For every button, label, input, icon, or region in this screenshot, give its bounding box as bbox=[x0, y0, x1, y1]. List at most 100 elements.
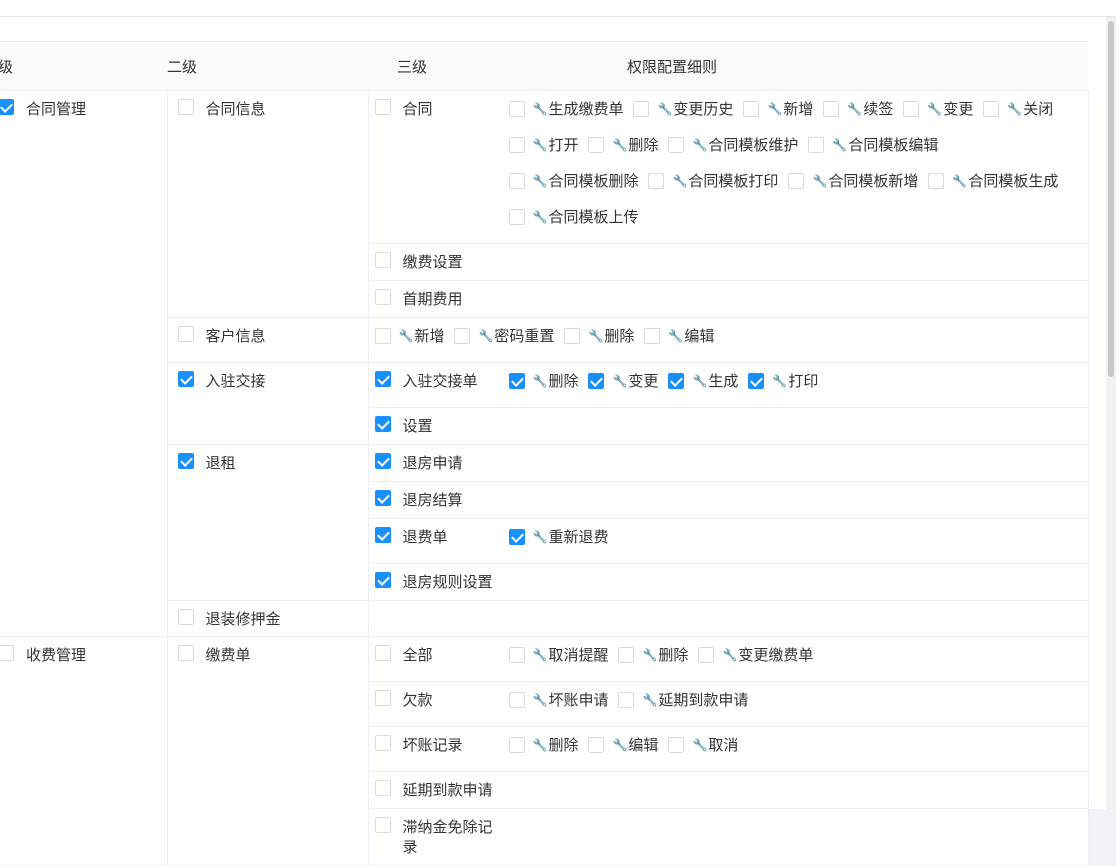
level3-checkbox[interactable] bbox=[374, 416, 391, 432]
detail-checkbox[interactable] bbox=[454, 328, 471, 344]
permission-detail[interactable]: 🔧 合同模板编辑 bbox=[808, 135, 938, 155]
scrollbar-thumb[interactable] bbox=[1108, 21, 1114, 377]
detail-checkbox[interactable] bbox=[508, 101, 525, 117]
level2-checkbox[interactable] bbox=[177, 645, 194, 661]
level2-checkbox[interactable] bbox=[177, 371, 194, 387]
permission-detail[interactable]: 🔧 合同模板删除 bbox=[508, 171, 638, 191]
level3-checkbox[interactable] bbox=[374, 780, 391, 796]
detail-checkbox[interactable] bbox=[983, 101, 1000, 117]
permission-detail[interactable]: 🔧 打印 bbox=[748, 371, 818, 391]
permission-detail[interactable]: 🔧 删除 bbox=[588, 135, 658, 155]
detail-checkbox[interactable] bbox=[508, 373, 525, 389]
permission-detail[interactable]: 🔧 编辑 bbox=[588, 735, 658, 755]
detail-checkbox[interactable] bbox=[508, 173, 525, 189]
detail-checkbox[interactable] bbox=[374, 328, 391, 344]
level2-checkbox[interactable] bbox=[177, 609, 194, 625]
detail-checkbox[interactable] bbox=[808, 137, 825, 153]
permission-detail[interactable]: 🔧 生成 bbox=[668, 371, 738, 391]
level2-checkbox[interactable] bbox=[177, 453, 194, 469]
permission-detail[interactable]: 🔧 编辑 bbox=[644, 326, 714, 346]
level3-name: 缴费设置 bbox=[374, 252, 509, 280]
detail-checkbox[interactable] bbox=[618, 692, 635, 708]
detail-checkbox[interactable] bbox=[508, 692, 525, 708]
detail-checkbox[interactable] bbox=[788, 173, 805, 189]
permission-detail[interactable]: 🔧 延期到款申请 bbox=[618, 690, 748, 710]
level1-checkbox[interactable] bbox=[0, 645, 14, 661]
checkbox-item[interactable]: 合同信息 bbox=[177, 99, 368, 119]
permission-detail[interactable]: 🔧 变更历史 bbox=[633, 99, 733, 119]
checkbox-item[interactable]: 客户信息 bbox=[177, 326, 368, 346]
permission-detail[interactable]: 🔧 合同模板生成 bbox=[928, 171, 1058, 191]
detail-checkbox[interactable] bbox=[588, 373, 605, 389]
level3-checkbox[interactable] bbox=[374, 371, 391, 387]
level3-checkbox[interactable] bbox=[374, 252, 391, 268]
detail-checkbox[interactable] bbox=[588, 737, 605, 753]
permission-detail[interactable]: 🔧 合同模板维护 bbox=[668, 135, 798, 155]
detail-checkbox[interactable] bbox=[633, 101, 650, 117]
detail-checkbox[interactable] bbox=[748, 373, 765, 389]
permission-detail[interactable]: 🔧 变更缴费单 bbox=[698, 645, 813, 665]
level2-checkbox[interactable] bbox=[177, 99, 194, 115]
wrench-icon: 🔧 bbox=[672, 174, 688, 188]
level3-checkbox[interactable] bbox=[374, 572, 391, 588]
checkbox-item[interactable]: 合同管理 bbox=[0, 99, 167, 119]
permission-detail[interactable]: 🔧 变更 bbox=[903, 99, 973, 119]
detail-checkbox[interactable] bbox=[903, 101, 920, 117]
detail-checkbox[interactable] bbox=[564, 328, 581, 344]
permission-detail[interactable]: 🔧 变更 bbox=[588, 371, 658, 391]
level2-checkbox[interactable] bbox=[177, 326, 194, 342]
permission-detail[interactable]: 🔧 打开 bbox=[508, 135, 578, 155]
permission-detail[interactable]: 🔧 生成缴费单 bbox=[508, 99, 623, 119]
detail-checkbox[interactable] bbox=[668, 137, 685, 153]
detail-checkbox[interactable] bbox=[928, 173, 945, 189]
level3-checkbox[interactable] bbox=[374, 453, 391, 469]
detail-label: 变更历史 bbox=[673, 100, 734, 118]
detail-checkbox[interactable] bbox=[823, 101, 840, 117]
detail-checkbox[interactable] bbox=[508, 137, 525, 153]
detail-checkbox[interactable] bbox=[668, 373, 685, 389]
permission-detail[interactable]: 🔧 取消 bbox=[668, 735, 738, 755]
checkbox-item[interactable]: 入驻交接 bbox=[177, 371, 368, 391]
permission-detail[interactable]: 🔧 坏账申请 bbox=[508, 690, 608, 710]
permission-detail[interactable]: 🔧 删除 bbox=[564, 326, 634, 346]
permission-detail[interactable]: 🔧 合同模板新增 bbox=[788, 171, 918, 191]
permission-detail[interactable]: 🔧 新增 bbox=[743, 99, 813, 119]
detail-checkbox[interactable] bbox=[508, 209, 525, 225]
detail-checkbox[interactable] bbox=[508, 737, 525, 753]
permission-detail[interactable]: 🔧 合同模板上传 bbox=[508, 207, 638, 227]
level3-checkbox[interactable] bbox=[374, 289, 391, 305]
detail-checkbox[interactable] bbox=[668, 737, 685, 753]
detail-checkbox[interactable] bbox=[648, 173, 665, 189]
permission-detail[interactable]: 🔧 删除 bbox=[508, 735, 578, 755]
permission-detail[interactable]: 🔧 删除 bbox=[618, 645, 688, 665]
level3-checkbox[interactable] bbox=[374, 99, 391, 115]
checkbox-item[interactable]: 退租 bbox=[177, 453, 368, 473]
checkbox-item[interactable]: 收费管理 bbox=[0, 645, 167, 665]
detail-checkbox[interactable] bbox=[698, 647, 715, 663]
level1-checkbox[interactable] bbox=[0, 99, 14, 115]
permission-detail[interactable]: 🔧 合同模板打印 bbox=[648, 171, 778, 191]
level3-checkbox[interactable] bbox=[374, 690, 391, 706]
permission-detail[interactable]: 🔧 密码重置 bbox=[454, 326, 554, 346]
permission-detail[interactable]: 🔧 重新退费 bbox=[508, 527, 608, 547]
detail-checkbox[interactable] bbox=[743, 101, 760, 117]
permission-detail[interactable]: 🔧 关闭 bbox=[983, 99, 1053, 119]
detail-checkbox[interactable] bbox=[588, 137, 605, 153]
vertical-scrollbar[interactable] bbox=[1106, 17, 1116, 809]
level3-checkbox[interactable] bbox=[374, 490, 391, 506]
detail-label: 删除 bbox=[548, 372, 579, 390]
permission-detail[interactable]: 🔧 新增 bbox=[374, 326, 444, 346]
level3-checkbox[interactable] bbox=[374, 817, 391, 833]
checkbox-item[interactable]: 退装修押金 bbox=[177, 609, 368, 629]
permission-detail[interactable]: 🔧 删除 bbox=[508, 371, 579, 391]
checkbox-item[interactable]: 缴费单 bbox=[177, 645, 368, 665]
level3-checkbox[interactable] bbox=[374, 645, 391, 661]
permission-detail[interactable]: 🔧 取消提醒 bbox=[508, 645, 608, 665]
level3-checkbox[interactable] bbox=[374, 735, 391, 751]
detail-checkbox[interactable] bbox=[508, 529, 525, 545]
level3-checkbox[interactable] bbox=[374, 527, 391, 543]
detail-checkbox[interactable] bbox=[644, 328, 661, 344]
detail-checkbox[interactable] bbox=[618, 647, 635, 663]
detail-checkbox[interactable] bbox=[508, 647, 525, 663]
permission-detail[interactable]: 🔧 续签 bbox=[823, 99, 893, 119]
